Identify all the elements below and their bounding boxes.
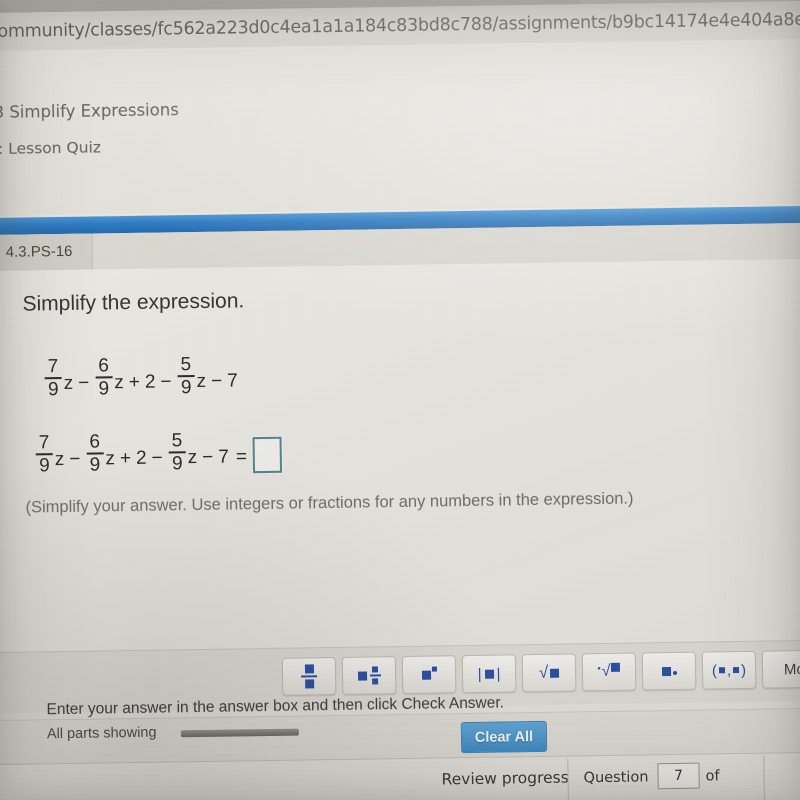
parts-status-label: All parts showing — [46, 724, 157, 743]
decimal-point-icon — [661, 666, 677, 676]
fraction-6-9: 6 9 — [86, 431, 104, 476]
question-id-label: 4.3.PS-16 — [5, 242, 73, 261]
answer-expression-row: 7 9 z − 6 9 z + 2 − 5 9 z − 7 = — [34, 430, 283, 476]
breadcrumb-assignment: 3: Lesson Quiz — [0, 138, 102, 159]
assignment-header: -3 Simplify Expressions 3: Lesson Quiz — [0, 38, 800, 220]
operator-minus-2: − — [151, 447, 163, 469]
exponent-icon — [421, 666, 437, 680]
operator-plus: + — [128, 371, 141, 393]
expression-display: 7 9 z − 6 9 z + 2 − 5 9 z − 7 — [43, 354, 238, 400]
fraction-7-9: 7 9 — [35, 432, 53, 476]
answer-format-hint: (Simplify your answer. Use integers or f… — [25, 489, 634, 517]
decimal-point-icon-button[interactable] — [641, 651, 697, 691]
variable-z-2: z — [114, 371, 124, 394]
operator-plus: + — [119, 447, 132, 469]
variable-z-1: z — [54, 448, 65, 470]
question-prompt: Simplify the expression. — [22, 289, 245, 316]
absolute-value-icon: | | — [477, 665, 501, 683]
nav-divider — [763, 755, 766, 800]
fraction-denominator: 9 — [38, 454, 50, 476]
operator-minus-3: − — [202, 446, 214, 468]
fraction-icon-button[interactable] — [281, 656, 337, 696]
constant-7: 7 — [227, 370, 238, 392]
operator-minus-3: − — [210, 370, 223, 392]
square-root-icon: √ — [539, 663, 560, 683]
nav-divider — [567, 758, 570, 800]
nth-root-icon: ▪ √ — [597, 662, 621, 681]
answer-input-box[interactable] — [252, 436, 283, 473]
variable-z-3: z — [196, 370, 207, 392]
equals-sign: = — [235, 446, 248, 468]
variable-z-1: z — [63, 372, 74, 394]
fraction-numerator: 5 — [171, 430, 183, 452]
clear-all-button[interactable]: Clear All — [460, 720, 548, 754]
fraction-denominator: 9 — [98, 377, 110, 400]
parts-progress-bar[interactable] — [180, 728, 299, 738]
fraction-denominator: 9 — [89, 454, 101, 476]
fraction-5-9: 5 9 — [177, 354, 195, 398]
constant-2: 2 — [135, 447, 147, 469]
fraction-6-9: 6 9 — [95, 355, 113, 400]
variable-z-3: z — [187, 446, 198, 468]
constant-2: 2 — [144, 371, 156, 393]
operator-minus-1: − — [69, 448, 81, 470]
question-of-label: of — [705, 768, 720, 785]
browser-window: /community/classes/fc562a223d0c4ea1a1a18… — [0, 0, 800, 800]
absolute-value-icon-button[interactable]: | | — [461, 654, 517, 694]
interval-notation-icon-button[interactable]: (,) — [701, 650, 757, 690]
review-progress-button[interactable]: Review progress — [441, 769, 568, 789]
question-nav-label: Question — [583, 769, 649, 787]
mixed-number-icon-button[interactable] — [341, 656, 397, 695]
operator-minus-1: − — [78, 372, 90, 394]
more-palette-button[interactable]: More — [761, 649, 800, 689]
interval-notation-icon: (,) — [711, 661, 747, 679]
fraction-icon — [301, 664, 318, 689]
square-root-icon-button[interactable]: √ — [521, 653, 577, 693]
operator-minus-2: − — [160, 371, 172, 393]
fraction-denominator: 9 — [171, 452, 183, 474]
fraction-numerator: 5 — [180, 354, 192, 376]
url-text: /community/classes/fc562a223d0c4ea1a1a18… — [0, 8, 800, 43]
fraction-denominator: 9 — [47, 378, 59, 400]
fraction-numerator: 6 — [89, 431, 101, 453]
fraction-5-9: 5 9 — [168, 430, 186, 474]
nth-root-icon-button[interactable]: ▪ √ — [581, 652, 637, 692]
mixed-number-icon — [357, 666, 381, 685]
breadcrumb-course: -3 Simplify Expressions — [0, 100, 179, 123]
fraction-7-9: 7 9 — [44, 356, 62, 400]
fraction-numerator: 6 — [98, 355, 109, 377]
exponent-icon-button[interactable] — [401, 655, 457, 695]
question-number-input[interactable]: 7 — [657, 762, 700, 790]
question-body: Simplify the expression. 7 9 z − 6 9 z +… — [0, 258, 800, 657]
photo-of-screen: /community/classes/fc562a223d0c4ea1a1a18… — [0, 0, 800, 800]
fraction-denominator: 9 — [180, 376, 192, 398]
constant-7: 7 — [218, 446, 230, 468]
variable-z-2: z — [105, 448, 116, 470]
fraction-numerator: 7 — [47, 356, 59, 378]
fraction-numerator: 7 — [38, 432, 50, 454]
